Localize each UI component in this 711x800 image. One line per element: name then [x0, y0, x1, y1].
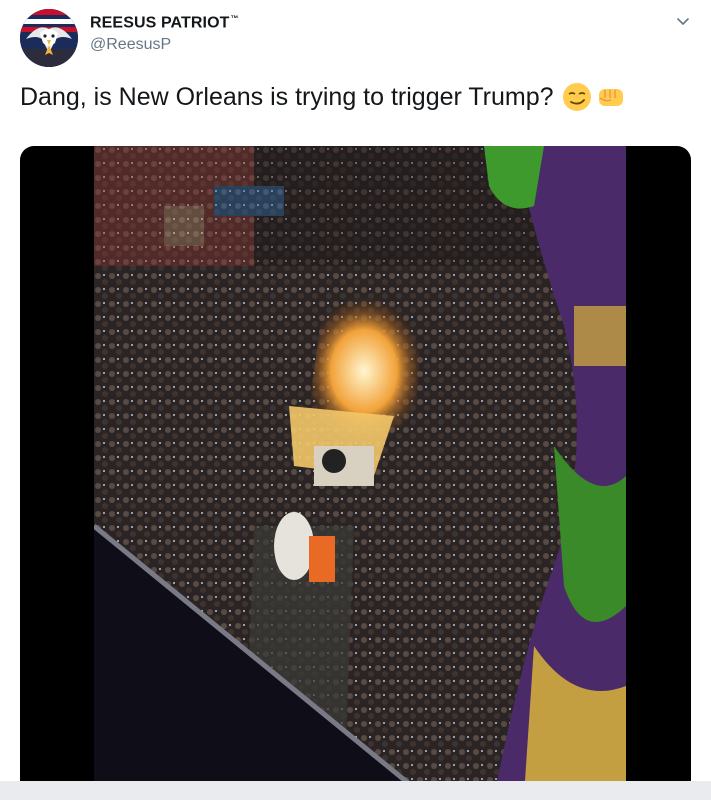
- video-frame-image: [94, 146, 626, 796]
- display-name-text[interactable]: REESUS PATRIOT: [90, 14, 230, 31]
- bottom-divider: [0, 781, 711, 800]
- oncoming-fist-emoji-icon: [596, 82, 626, 112]
- avatar[interactable]: [20, 9, 78, 67]
- tweet-text-content: Dang, is New Orleans is trying to trigge…: [20, 82, 554, 111]
- display-name[interactable]: REESUS PATRIOT™: [90, 14, 239, 32]
- smirking-face-emoji-icon: [562, 82, 592, 112]
- user-info: REESUS PATRIOT™ @ReesusP: [90, 14, 239, 54]
- trademark-symbol: ™: [230, 14, 239, 23]
- tweet-card: REESUS PATRIOT™ @ReesusP Dang, is New Or…: [0, 0, 711, 800]
- eagle-flag-avatar-icon: [20, 9, 78, 67]
- video-player[interactable]: [20, 146, 691, 796]
- chevron-down-icon[interactable]: [673, 12, 693, 32]
- user-handle[interactable]: @ReesusP: [90, 36, 239, 54]
- tweet-text: Dang, is New Orleans is trying to trigge…: [20, 82, 626, 112]
